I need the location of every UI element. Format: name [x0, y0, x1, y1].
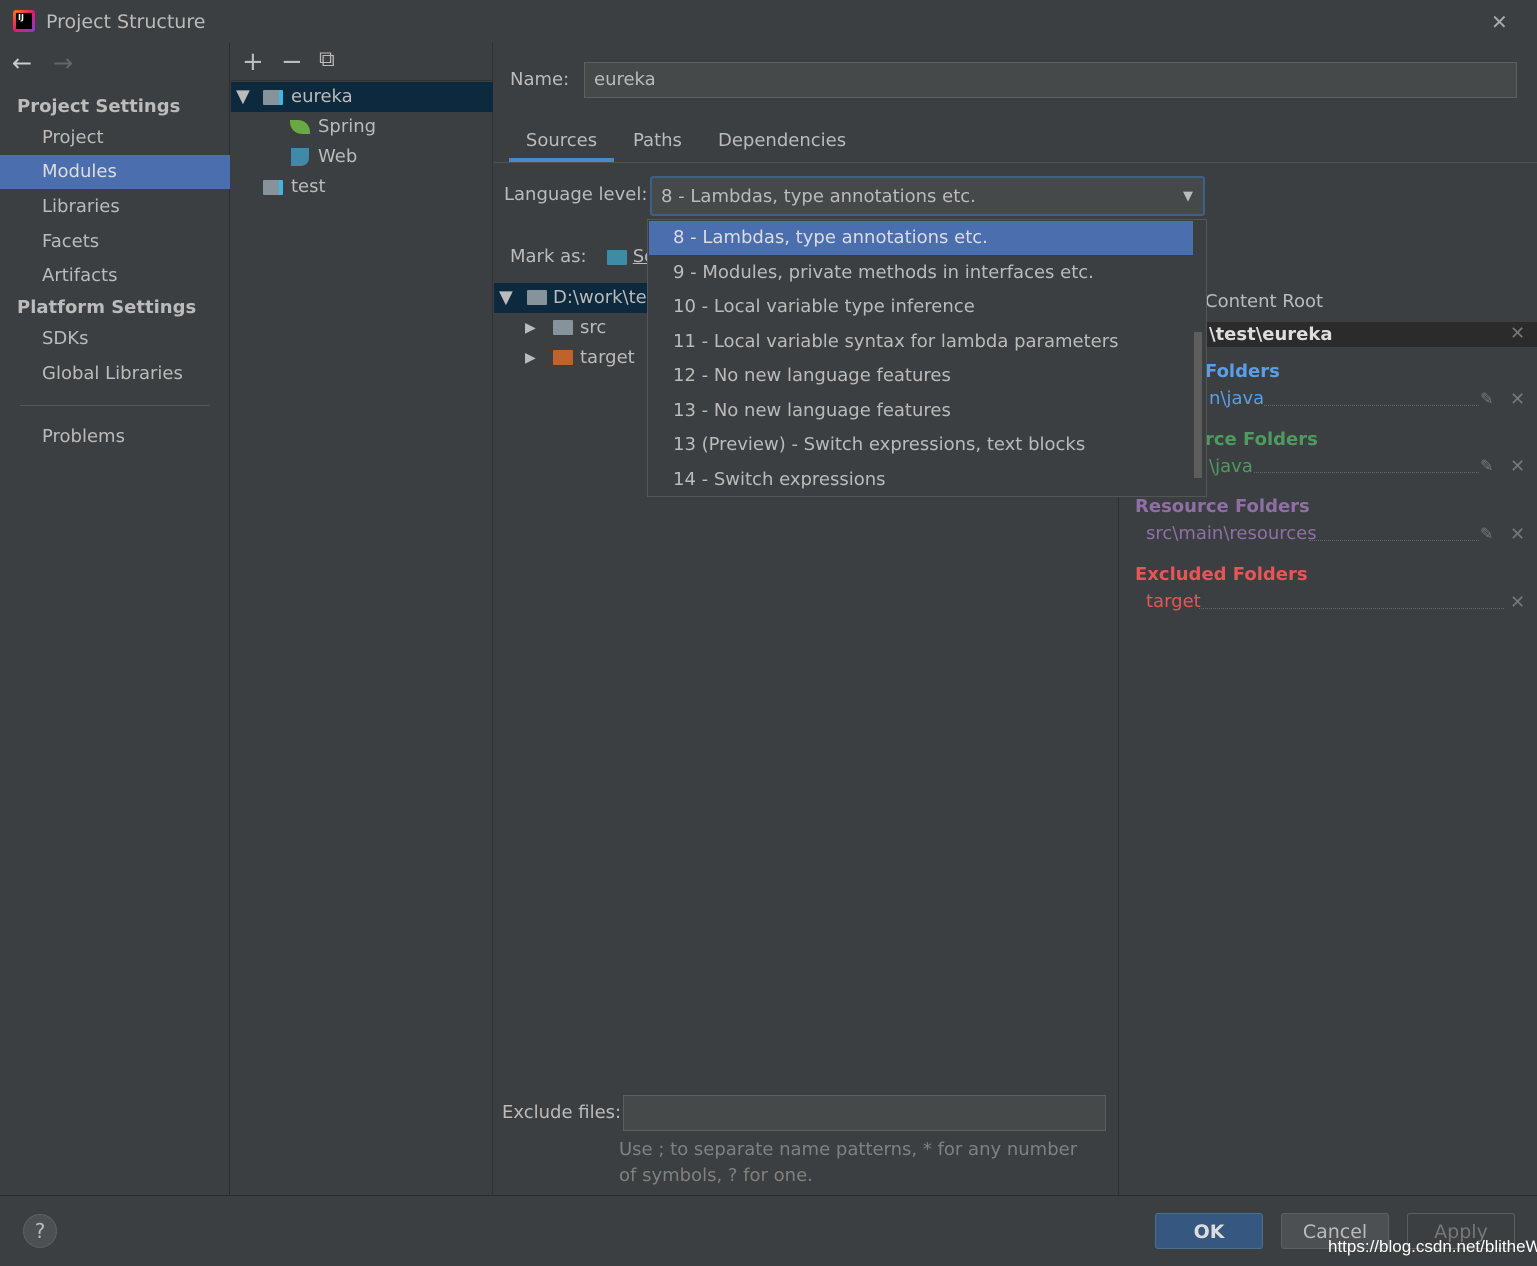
name-input[interactable]: eureka [584, 62, 1517, 98]
edit-icon[interactable]: ✎ [1480, 524, 1493, 543]
module-folder-icon [263, 90, 283, 105]
language-option[interactable]: 12 - No new language features [649, 359, 1193, 393]
sidebar-item-artifacts[interactable]: Artifacts [0, 259, 230, 293]
language-level-label: Language level: [504, 184, 648, 205]
remove-icon[interactable]: − [281, 47, 303, 77]
file-tree-label: src [580, 317, 607, 338]
remove-icon[interactable]: ✕ [1510, 456, 1525, 477]
project-settings-heading: Project Settings [17, 96, 181, 117]
chevron-down-icon: ▼ [1183, 189, 1193, 204]
tree-node-spring[interactable]: Spring [231, 112, 493, 142]
excluded-folders-heading: Excluded Folders [1135, 564, 1308, 585]
language-level-dropdown: 8 - Lambdas, type annotations etc. 9 - M… [647, 219, 1207, 497]
remove-root-icon[interactable]: ✕ [1510, 323, 1525, 344]
tree-node-test[interactable]: test [231, 172, 493, 202]
language-option[interactable]: 11 - Local variable syntax for lambda pa… [649, 325, 1193, 359]
sidebar-item-problems[interactable]: Problems [0, 420, 230, 454]
expand-arrow-icon[interactable]: ▶ [525, 343, 536, 373]
language-option[interactable]: 10 - Local variable type inference [649, 290, 1193, 324]
sidebar-item-modules[interactable]: Modules [0, 155, 230, 189]
intellij-logo-icon: IJ [13, 10, 35, 32]
language-option[interactable]: 8 - Lambdas, type annotations etc. [649, 221, 1193, 255]
module-details: Name: eureka Sources Paths Dependencies … [494, 43, 1537, 1195]
help-button[interactable]: ? [23, 1214, 57, 1248]
sidebar-item-project[interactable]: Project [0, 121, 230, 155]
spring-leaf-icon [290, 120, 310, 134]
exclude-files-input[interactable] [623, 1095, 1106, 1131]
tree-node-label: test [291, 176, 326, 197]
sidebar: ← → Project Settings Project Modules Lib… [0, 43, 230, 1195]
sidebar-item-facets[interactable]: Facets [0, 225, 230, 259]
remove-icon[interactable]: ✕ [1510, 524, 1525, 545]
test-sources-heading: rce Folders [1205, 429, 1318, 450]
tab-sources[interactable]: Sources [509, 128, 614, 162]
sources-path: n\java [1209, 388, 1265, 409]
edit-icon[interactable]: ✎ [1480, 389, 1493, 408]
exclude-hint: Use ; to separate name patterns, * for a… [619, 1139, 1078, 1186]
window-title: Project Structure [46, 11, 206, 33]
remove-icon[interactable]: ✕ [1510, 389, 1525, 410]
folder-icon [553, 320, 573, 335]
ok-button[interactable]: OK [1155, 1213, 1263, 1249]
expand-arrow-icon[interactable]: ▶ [525, 313, 536, 343]
tree-node-label: Spring [318, 116, 377, 137]
module-folder-icon [263, 180, 283, 195]
dropdown-scrollbar[interactable] [1194, 332, 1202, 478]
tab-paths[interactable]: Paths [633, 128, 682, 162]
exclude-files-label: Exclude files: [502, 1102, 622, 1123]
resource-folders-heading: Resource Folders [1135, 496, 1310, 517]
language-option[interactable]: 13 (Preview) - Switch expressions, text … [649, 428, 1193, 462]
tab-dependencies[interactable]: Dependencies [718, 128, 846, 162]
add-content-root-button[interactable]: Content Root [1205, 291, 1323, 312]
remove-icon[interactable]: ✕ [1510, 592, 1525, 613]
language-option[interactable]: 13 - No new language features [649, 394, 1193, 428]
mark-as-label: Mark as: [510, 246, 587, 267]
test-sources-path: \java [1209, 456, 1253, 477]
forward-icon[interactable]: → [53, 49, 73, 77]
back-icon[interactable]: ← [12, 49, 32, 77]
sources-heading: Folders [1205, 361, 1280, 382]
language-option[interactable]: 9 - Modules, private methods in interfac… [649, 256, 1193, 290]
excluded-folder-icon [553, 350, 573, 365]
resource-path: src\main\resources [1146, 523, 1317, 544]
excluded-path: target [1146, 591, 1201, 612]
language-option[interactable]: 14 - Switch expressions [649, 463, 1193, 497]
copy-icon[interactable]: ⧉ [319, 47, 335, 72]
folder-icon [527, 290, 547, 305]
sidebar-item-global-libraries[interactable]: Global Libraries [0, 357, 230, 391]
content-root-path: \test\eureka [1209, 324, 1333, 345]
watermark: https://blog.csdn.net/blitheW [1328, 1237, 1537, 1256]
platform-settings-heading: Platform Settings [17, 297, 197, 318]
file-tree-label: target [580, 347, 635, 368]
title-bar: IJ Project Structure ✕ [0, 0, 1537, 43]
close-icon[interactable]: ✕ [1491, 10, 1508, 34]
sources-folder-icon [607, 249, 627, 265]
edit-icon[interactable]: ✎ [1480, 456, 1493, 475]
tree-node-label: eureka [291, 86, 353, 107]
add-icon[interactable]: + [242, 47, 264, 77]
name-label: Name: [510, 69, 570, 90]
language-level-select[interactable]: 8 - Lambdas, type annotations etc. ▼ [650, 176, 1205, 216]
sidebar-item-sdks[interactable]: SDKs [0, 322, 230, 356]
language-level-value: 8 - Lambdas, type annotations etc. [661, 186, 976, 207]
sidebar-item-libraries[interactable]: Libraries [0, 190, 230, 224]
module-tree-panel: + − ⧉ ▼ eureka Spring Web test [231, 43, 493, 1195]
tree-node-eureka[interactable]: ▼ eureka [231, 82, 493, 112]
tree-node-web[interactable]: Web [231, 142, 493, 172]
expand-arrow-icon[interactable]: ▼ [499, 283, 513, 313]
expand-arrow-icon[interactable]: ▼ [236, 82, 250, 112]
web-icon [291, 148, 309, 166]
sidebar-divider [20, 405, 210, 406]
tree-node-label: Web [318, 146, 358, 167]
